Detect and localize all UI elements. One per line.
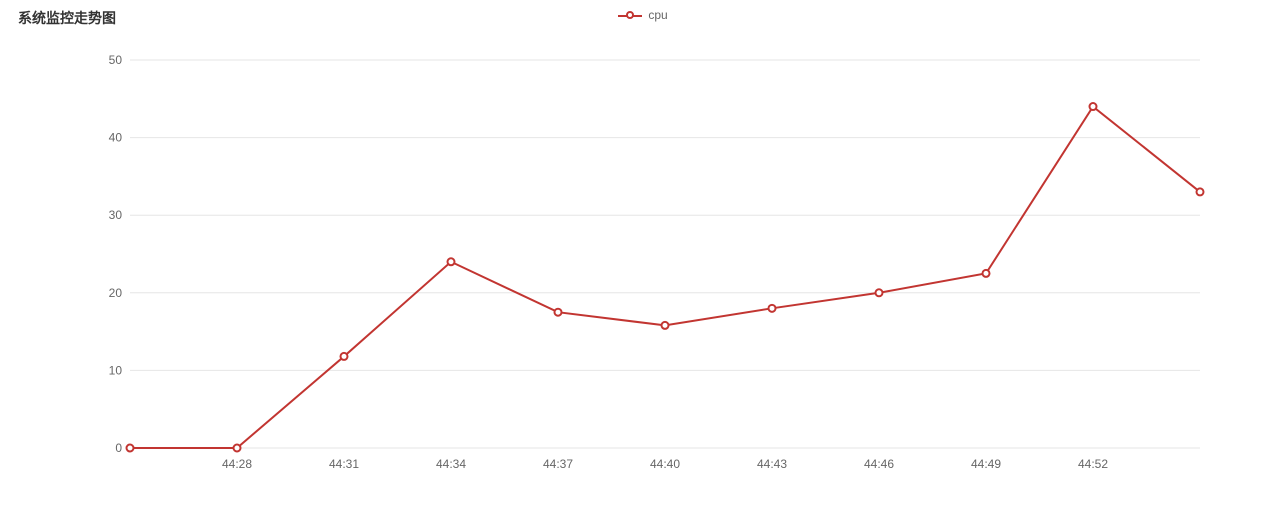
svg-text:44:40: 44:40 xyxy=(650,457,680,471)
data-point[interactable] xyxy=(876,289,883,296)
svg-text:44:52: 44:52 xyxy=(1078,457,1108,471)
svg-text:50: 50 xyxy=(109,53,123,67)
line-chart[interactable]: 01020304050 44:2844:3144:3444:3744:4044:… xyxy=(0,0,1286,508)
svg-text:44:34: 44:34 xyxy=(436,457,466,471)
data-point[interactable] xyxy=(555,309,562,316)
chart-gridlines xyxy=(130,60,1200,448)
svg-text:44:46: 44:46 xyxy=(864,457,894,471)
data-point[interactable] xyxy=(983,270,990,277)
data-point[interactable] xyxy=(127,445,134,452)
data-point[interactable] xyxy=(448,258,455,265)
data-point[interactable] xyxy=(662,322,669,329)
svg-text:20: 20 xyxy=(109,286,123,300)
svg-text:30: 30 xyxy=(109,208,123,222)
data-point[interactable] xyxy=(341,353,348,360)
svg-text:44:43: 44:43 xyxy=(757,457,787,471)
data-point[interactable] xyxy=(1197,188,1204,195)
data-point[interactable] xyxy=(1090,103,1097,110)
svg-text:44:37: 44:37 xyxy=(543,457,573,471)
svg-text:44:31: 44:31 xyxy=(329,457,359,471)
svg-text:44:49: 44:49 xyxy=(971,457,1001,471)
svg-text:0: 0 xyxy=(115,441,122,455)
series-cpu xyxy=(130,107,1200,448)
svg-text:10: 10 xyxy=(109,363,123,377)
data-point[interactable] xyxy=(234,445,241,452)
plot-area xyxy=(127,103,1204,451)
svg-text:40: 40 xyxy=(109,131,123,145)
x-axis: 44:28 44:31 44:34 44:37 44:40 44:43 44:46 44:49… xyxy=(130,448,1200,471)
data-point[interactable] xyxy=(769,305,776,312)
svg-text:44:28: 44:28 xyxy=(222,457,252,471)
y-axis: 0 10 20 30 40 50 xyxy=(109,53,123,455)
